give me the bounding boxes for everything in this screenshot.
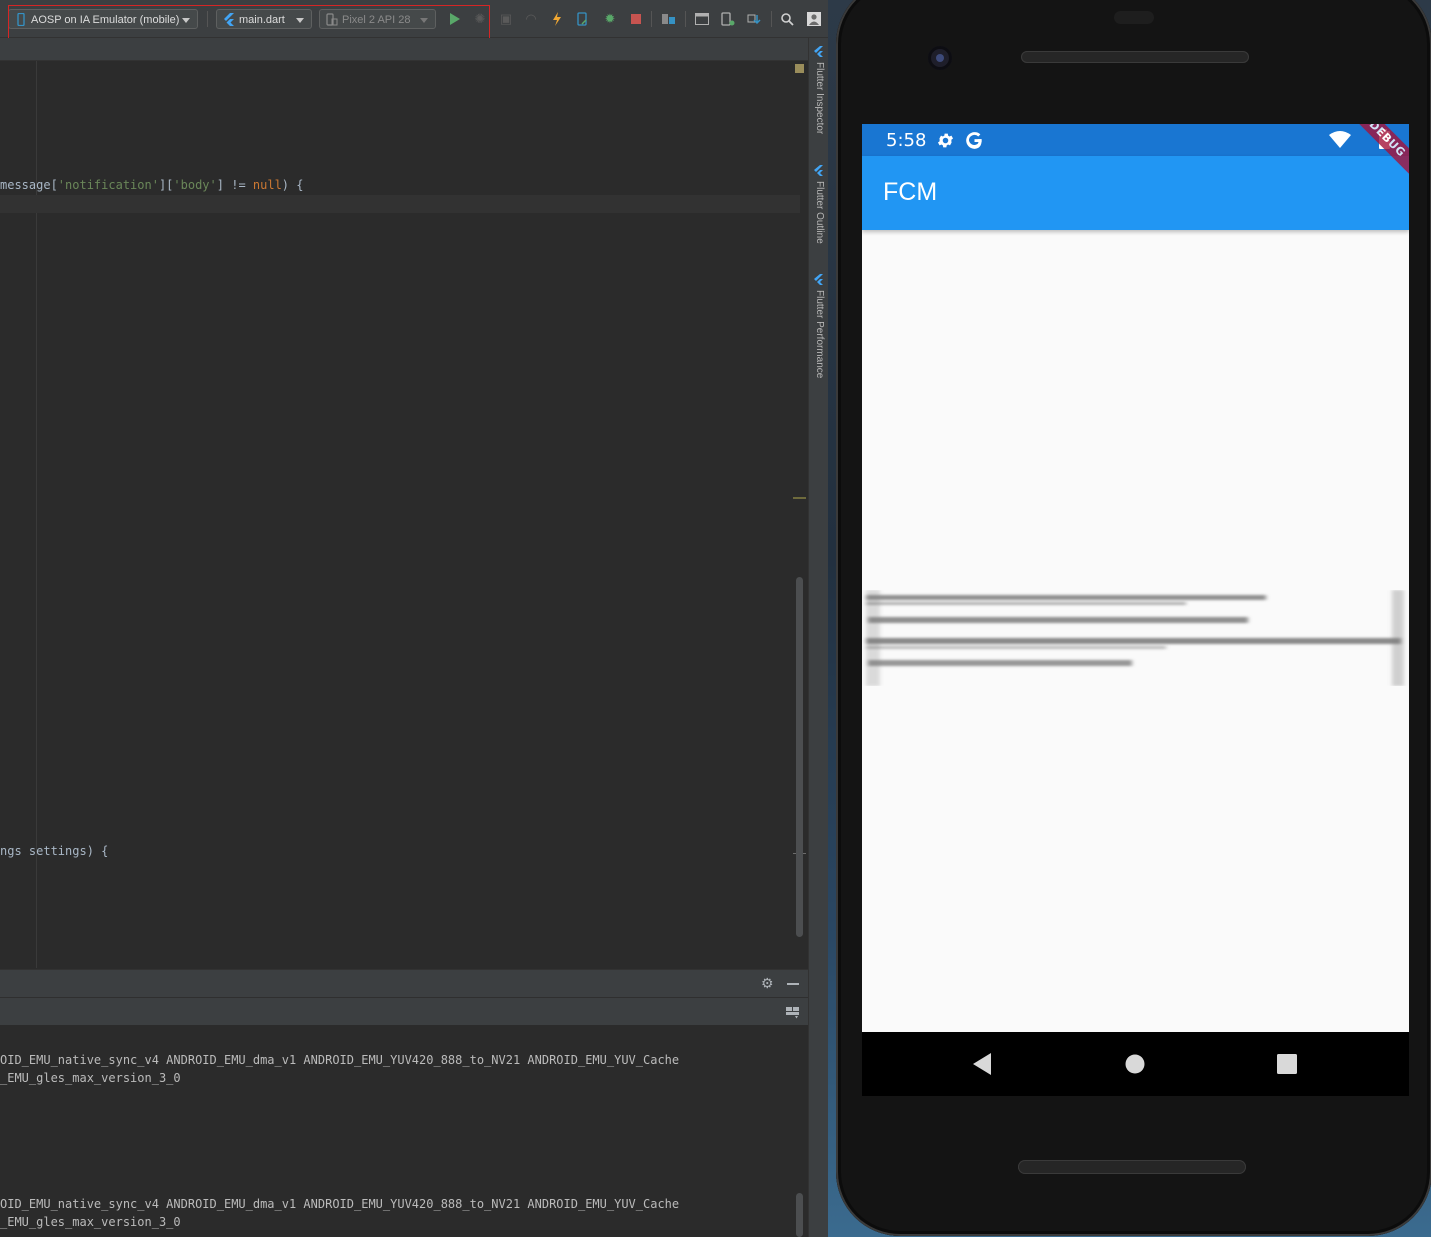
home-button[interactable] xyxy=(1125,1054,1145,1074)
attach-icon[interactable]: ◠ xyxy=(523,10,539,28)
sync-icon[interactable] xyxy=(746,10,762,28)
toolbar-separator xyxy=(685,11,686,27)
stop-icon[interactable] xyxy=(628,10,644,28)
gutter-marker[interactable] xyxy=(793,497,806,499)
right-tool-strip: Flutter Inspector Flutter Outline Flutte… xyxy=(808,38,828,1237)
run-config-selector[interactable]: main.dart xyxy=(216,9,312,29)
ide-window: AOSP on IA Emulator (mobile) main.dart P… xyxy=(0,0,828,1237)
chevron-down-icon xyxy=(182,18,190,23)
flutter-icon xyxy=(814,165,823,176)
target-device-selector[interactable]: Pixel 2 API 28 xyxy=(319,9,436,29)
sdk-manager-icon[interactable] xyxy=(694,10,710,28)
bottom-speaker xyxy=(1018,1160,1246,1174)
flutter-icon xyxy=(814,274,823,285)
editor-scrollbar[interactable] xyxy=(796,577,803,937)
toolbar-separator xyxy=(651,11,652,27)
status-time: 5:58 xyxy=(886,130,927,151)
toolbar-separator xyxy=(207,11,208,27)
run-icon[interactable] xyxy=(447,10,463,28)
tab-flutter-performance[interactable]: Flutter Performance xyxy=(811,274,827,404)
avd-manager-icon[interactable] xyxy=(720,10,736,28)
debug-bug-icon[interactable]: ✹ xyxy=(602,10,618,28)
user-icon[interactable] xyxy=(806,10,822,28)
project-structure-icon[interactable] xyxy=(661,10,677,28)
main-toolbar: AOSP on IA Emulator (mobile) main.dart P… xyxy=(0,0,828,38)
code-line-notification: message['notification']['body'] != null)… xyxy=(0,178,304,192)
tab-flutter-outline[interactable]: Flutter Outline xyxy=(811,165,827,265)
profile-icon[interactable]: ▣ xyxy=(498,10,514,28)
google-icon xyxy=(966,132,982,149)
code-editor[interactable]: message['notification']['body'] != null)… xyxy=(0,61,808,968)
tab-label: Flutter Performance xyxy=(814,290,825,379)
console-line: _EMU_gles_max_version_3_0 xyxy=(0,1071,181,1085)
hot-restart-icon[interactable] xyxy=(575,10,591,28)
debug-icon[interactable]: ✺ xyxy=(472,10,488,28)
app-bar: FCM xyxy=(862,156,1409,230)
earpiece-speaker xyxy=(1021,51,1249,63)
device-icon xyxy=(326,13,338,26)
console-line: _EMU_gles_max_version_3_0 xyxy=(0,1215,181,1229)
device-selector-label: AOSP on IA Emulator (mobile) xyxy=(31,14,180,26)
gear-icon[interactable]: ⚙ xyxy=(761,975,775,991)
run-config-label: main.dart xyxy=(239,14,285,26)
search-icon[interactable] xyxy=(779,10,795,28)
hot-reload-icon[interactable] xyxy=(549,10,565,28)
device-selector[interactable]: AOSP on IA Emulator (mobile) xyxy=(8,9,198,29)
console-line: OID_EMU_native_sync_v4 ANDROID_EMU_dma_v… xyxy=(0,1197,680,1211)
settings-icon xyxy=(937,133,954,148)
minimize-icon[interactable] xyxy=(787,983,799,985)
chevron-down-icon xyxy=(420,18,428,23)
code-line-settings: ngs settings) { xyxy=(0,844,109,858)
emulator-screen[interactable]: 5:58 FCM DEBUG xyxy=(862,124,1409,1032)
flutter-icon xyxy=(814,46,823,57)
tab-label: Flutter Outline xyxy=(814,181,825,244)
console-line: OID_EMU_native_sync_v4 ANDROID_EMU_dma_v… xyxy=(0,1053,680,1067)
editor-tab-strip xyxy=(0,38,808,61)
back-button[interactable] xyxy=(971,1052,993,1076)
recents-button[interactable] xyxy=(1277,1054,1297,1074)
flutter-icon xyxy=(224,13,234,26)
phone-icon xyxy=(17,13,25,26)
analysis-status-marker[interactable] xyxy=(795,64,804,73)
android-nav-bar xyxy=(862,1032,1409,1096)
tab-flutter-inspector[interactable]: Flutter Inspector xyxy=(811,46,827,156)
android-status-bar: 5:58 xyxy=(862,124,1409,156)
run-panel-header: ⚙ xyxy=(0,969,808,997)
target-device-label: Pixel 2 API 28 xyxy=(342,14,411,26)
run-panel-toolbar xyxy=(0,997,808,1025)
chevron-down-icon xyxy=(296,18,304,23)
app-title: FCM xyxy=(883,178,938,206)
wifi-icon xyxy=(1329,131,1351,148)
layout-icon[interactable] xyxy=(786,1006,800,1019)
run-console[interactable]: OID_EMU_native_sync_v4 ANDROID_EMU_dma_v… xyxy=(0,1025,808,1237)
console-scrollbar[interactable] xyxy=(796,1193,803,1237)
blurred-notification-text xyxy=(862,590,1409,686)
tab-label: Flutter Inspector xyxy=(814,62,825,135)
proximity-sensor xyxy=(1114,11,1154,24)
toolbar-separator xyxy=(771,11,772,27)
camera-lens xyxy=(936,54,944,62)
current-line-highlight xyxy=(0,195,800,213)
